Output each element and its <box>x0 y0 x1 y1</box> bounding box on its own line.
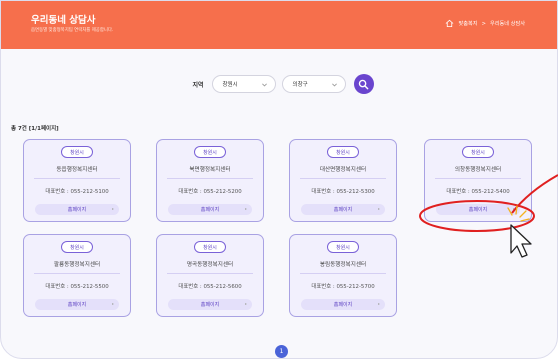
search-icon <box>358 79 369 89</box>
search-bar: 지역 창원시 의창구 <box>1 74 557 94</box>
page-header: 우리동네 상담사 읍면동별 맞춤형복지팀 연락처를 제공합니다. 맞춤복지 > … <box>1 1 557 49</box>
homepage-button[interactable]: 홈페이지 ▸ <box>168 299 252 310</box>
homepage-button[interactable]: 홈페이지 ▸ <box>301 204 385 215</box>
center-name: 봉림동행정복지센터 <box>319 262 367 268</box>
city-select-value: 창원시 <box>222 82 238 88</box>
page-title: 우리동네 상담사 <box>31 15 96 26</box>
center-card: 창원시 봉림동행정복지센터 대표번호 : 055-212-5700 홈페이지 ▸ <box>289 234 397 317</box>
center-card: 창원시 명곡동행정복지센터 대표번호 : 055-212-5600 홈페이지 ▸ <box>156 234 264 317</box>
chevron-right-icon: ▸ <box>377 206 380 211</box>
card-divider <box>300 273 386 274</box>
result-count: 총 7건 [1/1페이지] <box>11 126 59 132</box>
center-phone: 대표번호 : 055-212-5600 <box>178 284 242 290</box>
search-button[interactable] <box>353 74 374 94</box>
homepage-button-label: 홈페이지 <box>67 207 87 213</box>
homepage-button-label: 홈페이지 <box>200 207 220 213</box>
homepage-button[interactable]: 홈페이지 ▸ <box>35 299 119 310</box>
region-badge: 창원시 <box>61 241 93 253</box>
card-divider <box>435 178 521 179</box>
center-phone: 대표번호 : 055-212-5300 <box>311 189 375 195</box>
chevron-right-icon: ▸ <box>111 301 114 306</box>
breadcrumb-item-current: 우리동네 상담사 <box>489 21 525 27</box>
chevron-right-icon: ▸ <box>244 206 247 211</box>
district-select-value: 의창구 <box>292 82 308 88</box>
breadcrumb-separator: > <box>481 20 486 27</box>
home-icon[interactable] <box>445 19 454 28</box>
homepage-button-label: 홈페이지 <box>200 302 220 308</box>
center-name: 대산면행정복지센터 <box>319 167 367 173</box>
region-badge: 창원시 <box>327 146 359 158</box>
city-select[interactable]: 창원시 <box>211 75 276 93</box>
card-divider <box>167 273 253 274</box>
center-phone: 대표번호 : 055-212-5700 <box>311 284 375 290</box>
region-badge: 창원시 <box>327 241 359 253</box>
region-label: 지역 <box>192 81 204 89</box>
center-card: 창원시 대산면행정복지센터 대표번호 : 055-212-5300 홈페이지 ▸ <box>289 139 397 222</box>
center-name: 명곡동행정복지센터 <box>186 262 234 268</box>
center-name: 팔룡동행정복지센터 <box>53 262 101 268</box>
page-container: 우리동네 상담사 읍면동별 맞춤형복지팀 연락처를 제공합니다. 맞춤복지 > … <box>0 0 558 359</box>
page-subtitle: 읍면동별 맞춤형복지팀 연락처를 제공합니다. <box>31 28 114 33</box>
homepage-button-label: 홈페이지 <box>468 207 488 213</box>
card-divider <box>300 178 386 179</box>
center-phone: 대표번호 : 055-212-5200 <box>178 189 242 195</box>
center-name: 북면행정복지센터 <box>189 167 231 173</box>
breadcrumb-item-home[interactable]: 맞춤복지 <box>458 20 477 27</box>
region-badge: 창원시 <box>194 146 226 158</box>
card-divider <box>167 178 253 179</box>
homepage-button[interactable]: 홈페이지 ▸ <box>436 204 520 215</box>
homepage-button-label: 홈페이지 <box>333 207 353 213</box>
center-card: 창원시 북면행정복지센터 대표번호 : 055-212-5200 홈페이지 ▸ <box>156 139 264 222</box>
chevron-right-icon: ▸ <box>512 206 515 211</box>
homepage-button[interactable]: 홈페이지 ▸ <box>301 299 385 310</box>
center-phone: 대표번호 : 055-212-5500 <box>45 284 109 290</box>
breadcrumb: 맞춤복지 > 우리동네 상담사 <box>445 19 525 28</box>
center-card: 창원시 의창동행정복지센터 대표번호 : 055-212-5400 홈페이지 ▸ <box>424 139 532 222</box>
homepage-button[interactable]: 홈페이지 ▸ <box>35 204 119 215</box>
center-phone: 대표번호 : 055-212-5400 <box>446 189 510 195</box>
chevron-down-icon <box>331 83 337 86</box>
chevron-right-icon: ▸ <box>377 301 380 306</box>
chevron-right-icon: ▸ <box>111 206 114 211</box>
center-name: 동읍행정복지센터 <box>56 167 98 173</box>
center-card: 창원시 팔룡동행정복지센터 대표번호 : 055-212-5500 홈페이지 ▸ <box>23 234 131 317</box>
center-name: 의창동행정복지센터 <box>454 167 502 173</box>
homepage-button-label: 홈페이지 <box>67 302 87 308</box>
chevron-down-icon <box>261 83 267 86</box>
card-divider <box>34 178 120 179</box>
homepage-button[interactable]: 홈페이지 ▸ <box>168 204 252 215</box>
card-divider <box>34 273 120 274</box>
district-select[interactable]: 의창구 <box>281 75 346 93</box>
pagination-page-1[interactable]: 1 <box>275 345 288 358</box>
chevron-right-icon: ▸ <box>244 301 247 306</box>
homepage-button-label: 홈페이지 <box>333 302 353 308</box>
region-badge: 창원시 <box>462 146 494 158</box>
region-badge: 창원시 <box>194 241 226 253</box>
region-badge: 창원시 <box>61 146 93 158</box>
center-phone: 대표번호 : 055-212-5100 <box>45 189 109 195</box>
center-card: 창원시 동읍행정복지센터 대표번호 : 055-212-5100 홈페이지 ▸ <box>23 139 131 222</box>
